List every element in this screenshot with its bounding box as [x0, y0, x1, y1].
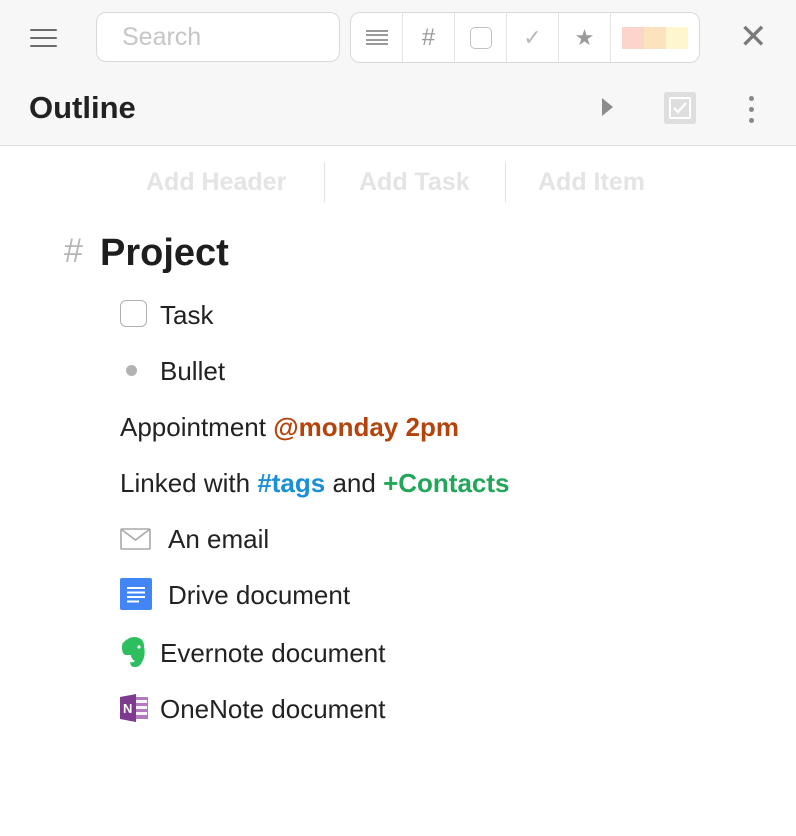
hash-filter-button[interactable]: #: [403, 13, 455, 62]
star-icon: ★: [574, 24, 595, 50]
appointment-text: Appointment: [120, 412, 274, 442]
close-icon[interactable]: ✕: [739, 20, 768, 54]
add-item-button[interactable]: Add Item: [538, 168, 645, 197]
search-input[interactable]: [96, 12, 340, 62]
email-label[interactable]: An email: [168, 524, 269, 555]
onenote-icon: N: [120, 694, 148, 722]
add-toolbar: Add Header Add Task Add Item: [0, 162, 796, 202]
bullet-label[interactable]: Bullet: [160, 356, 225, 387]
checkmark-icon: ✓: [523, 24, 542, 50]
appointment-item[interactable]: Appointment @monday 2pm: [120, 412, 459, 443]
onenote-document-label[interactable]: OneNote document: [160, 694, 385, 725]
project-title[interactable]: Project: [100, 232, 229, 275]
email-icon: [120, 528, 151, 550]
top-header: # ✓ ★ ✕ Outline: [0, 0, 796, 146]
hamburger-menu-icon[interactable]: [28, 26, 60, 52]
page-title: Outline: [29, 90, 136, 125]
drive-document-label[interactable]: Drive document: [168, 580, 350, 611]
color-swatches: [622, 26, 688, 49]
project-hash-icon: #: [64, 232, 83, 270]
list-filter-icon[interactable]: [351, 13, 403, 62]
task-checkbox[interactable]: [120, 300, 147, 327]
task-filter-button[interactable]: [455, 13, 507, 62]
task-checkbox-icon: [469, 26, 492, 49]
hashtag-link[interactable]: #tags: [257, 468, 325, 498]
contact-link[interactable]: +Contacts: [383, 468, 509, 498]
checklist-view-icon[interactable]: [664, 92, 696, 124]
linked-item[interactable]: Linked with #tags and +Contacts: [120, 468, 509, 499]
linked-and-text: and: [325, 468, 384, 498]
divider: [505, 162, 506, 202]
hash-icon: #: [421, 23, 436, 51]
date-tag[interactable]: @monday 2pm: [273, 412, 459, 442]
more-options-icon[interactable]: [746, 96, 758, 124]
bullet-icon: [126, 365, 137, 376]
done-filter-button[interactable]: ✓: [507, 13, 559, 62]
filter-toolbar: # ✓ ★: [350, 12, 700, 63]
add-task-button[interactable]: Add Task: [359, 168, 470, 197]
linked-text: Linked with: [120, 468, 258, 498]
color-filter-button[interactable]: [611, 13, 699, 62]
play-icon[interactable]: [602, 98, 613, 116]
evernote-document-label[interactable]: Evernote document: [160, 638, 385, 669]
google-docs-icon: [120, 578, 152, 610]
star-filter-button[interactable]: ★: [559, 13, 611, 62]
evernote-icon: [122, 637, 145, 667]
task-label[interactable]: Task: [160, 300, 213, 331]
add-header-button[interactable]: Add Header: [146, 168, 286, 197]
divider: [324, 162, 325, 202]
svg-text:N: N: [123, 701, 132, 716]
